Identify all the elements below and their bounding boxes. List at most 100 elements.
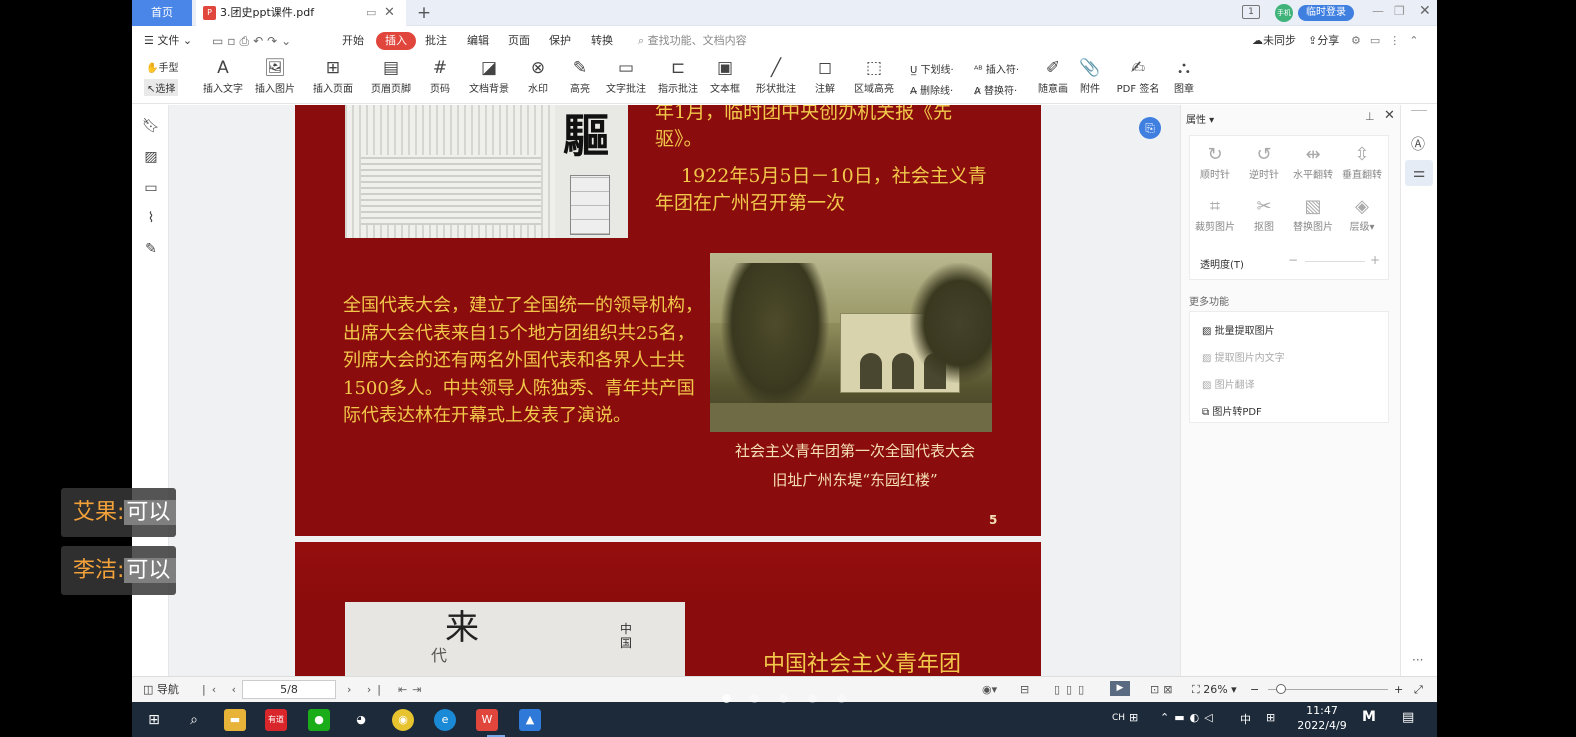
- new-tab-button[interactable]: +: [414, 0, 434, 26]
- tab-home[interactable]: 首页: [132, 0, 192, 26]
- attachment-tool[interactable]: 📎 附件: [1076, 56, 1104, 100]
- window-mode-icon[interactable]: ▭: [366, 0, 376, 26]
- floating-assistant-icon[interactable]: ⎘: [1139, 117, 1161, 139]
- edge-icon[interactable]: e: [434, 709, 456, 731]
- zoom-select[interactable]: ⛶ 26% ▾: [1192, 682, 1237, 698]
- calligraphy-image[interactable]: 来 代 中国: [345, 602, 685, 676]
- close-tab-icon[interactable]: ✕: [384, 0, 395, 26]
- batch-extract-images[interactable]: ▨ 批量提取图片: [1202, 322, 1275, 337]
- avatar[interactable]: 手机: [1275, 4, 1293, 22]
- insert-text-tool[interactable]: A 插入文字: [200, 56, 246, 100]
- clock-date[interactable]: 2022/4/9: [1294, 719, 1350, 732]
- comment-icon[interactable]: ▭: [142, 179, 160, 197]
- more-icon[interactable]: ···: [1412, 653, 1423, 667]
- zoom-in-button[interactable]: +: [1394, 682, 1403, 698]
- insert-page-tool[interactable]: ⊞ 插入页面: [308, 56, 358, 100]
- ime-mode-indicator[interactable]: 中: [1240, 711, 1251, 727]
- tab-document[interactable]: P 3.团史ppt课件.pdf ▭ ✕: [196, 0, 406, 26]
- clock-time[interactable]: 11:47: [1302, 704, 1342, 717]
- first-prev-page-buttons[interactable]: |‹ ‹: [202, 682, 242, 698]
- layer-button[interactable]: ◈ 层级▾: [1337, 196, 1387, 233]
- doc-background-tool[interactable]: ◪ 文档背景: [464, 56, 514, 100]
- minimize-icon[interactable]: —: [1372, 4, 1384, 18]
- opacity-increase[interactable]: +: [1370, 253, 1380, 267]
- rotate-counterclockwise-button[interactable]: ↺ 逆时针: [1239, 144, 1289, 181]
- replace-mark-tool[interactable]: A̷ 替换符·: [974, 82, 1017, 97]
- share-button[interactable]: ⇪分享: [1308, 32, 1339, 50]
- menu-insert[interactable]: 插入: [376, 32, 416, 50]
- flip-vertical-button[interactable]: ⇳ 垂直翻转: [1337, 144, 1387, 181]
- tencent-meeting-icon[interactable]: ▲: [519, 709, 541, 731]
- menu-start[interactable]: 开始: [342, 32, 364, 50]
- tab-count-badge[interactable]: 1: [1242, 5, 1260, 19]
- watermark-tool[interactable]: ⊗ 水印: [522, 56, 554, 100]
- pager-dot[interactable]: [722, 694, 731, 703]
- actual-size-fit-icons[interactable]: ⊡⊠: [1150, 682, 1176, 698]
- textbox-tool[interactable]: ▣ 文本框: [708, 56, 742, 100]
- windows-start-icon[interactable]: ⊞: [143, 709, 165, 731]
- quick-access-icons[interactable]: ▭▫⎙↶↷⌄: [212, 32, 295, 50]
- image-translate[interactable]: ▨ 图片翻译: [1202, 376, 1255, 391]
- thumbnail-icon[interactable]: ▨: [142, 148, 160, 166]
- ai-assistant-icon[interactable]: Ⓐ: [1411, 134, 1425, 154]
- hand-tool[interactable]: ✋手型: [146, 59, 178, 74]
- menu-edit[interactable]: 编辑: [467, 32, 489, 50]
- select-tool[interactable]: ↖选择: [144, 79, 179, 96]
- ime-grid-icon[interactable]: ⊞: [1266, 711, 1275, 724]
- close-window-icon[interactable]: ✕: [1419, 3, 1431, 19]
- menu-right-icons[interactable]: ⚙▭⋮⌃: [1351, 32, 1427, 50]
- panel-title[interactable]: 属性 ▾: [1186, 111, 1214, 126]
- pager-dot[interactable]: [750, 694, 759, 703]
- bookmark-icon[interactable]: 🔖︎: [142, 117, 160, 135]
- app-logo-icon[interactable]: M: [1362, 709, 1376, 725]
- attachment-icon[interactable]: ⌇: [142, 209, 160, 227]
- close-panel-icon[interactable]: ✕: [1384, 108, 1395, 123]
- collapse-handle[interactable]: [1411, 110, 1427, 111]
- signature-panel-icon[interactable]: ✎: [142, 240, 160, 258]
- crop-image-button[interactable]: ⌗ 裁剪图片: [1190, 196, 1240, 233]
- strikethrough-tool[interactable]: A̶ 删除线·: [910, 82, 953, 97]
- historic-building-photo[interactable]: [710, 253, 992, 432]
- fullscreen-icon[interactable]: ⤢: [1414, 682, 1423, 698]
- shape-annotation-tool[interactable]: ╱ 形状批注: [752, 56, 800, 100]
- keyboard-icon[interactable]: ⊞: [1129, 711, 1138, 724]
- image-to-pdf[interactable]: ⧉ 图片转PDF: [1202, 403, 1262, 418]
- pdf-sign-tool[interactable]: ✍ PDF 签名: [1112, 56, 1164, 100]
- app-yellow-icon[interactable]: ◉: [392, 709, 414, 731]
- youdao-icon[interactable]: 有道: [265, 709, 287, 731]
- cutout-button[interactable]: ✂ 抠图: [1239, 196, 1289, 233]
- note-tool[interactable]: ◻ 注解: [808, 56, 842, 100]
- opacity-decrease[interactable]: −: [1288, 253, 1298, 267]
- document-view[interactable]: 驅 年1月，临时团中央创办机关报《先驱》。 1922年5月5日－10日，社会主义…: [169, 105, 1182, 676]
- area-highlight-tool[interactable]: ⬚ 区域高亮: [850, 56, 898, 100]
- insert-mark-tool[interactable]: ᴬᴮ 插入符·: [974, 61, 1019, 76]
- replace-image-button[interactable]: ▧ 替换图片: [1288, 196, 1338, 233]
- search-taskbar-icon[interactable]: ⌕: [183, 709, 205, 731]
- single-double-page-icons[interactable]: ▯▯▯: [1054, 682, 1090, 698]
- freehand-tool[interactable]: ✐ 随意画: [1036, 56, 1070, 100]
- fit-page-icon[interactable]: ⊟: [1020, 682, 1029, 698]
- properties-toggle-icon[interactable]: ⚌: [1405, 160, 1433, 186]
- menu-convert[interactable]: 转换: [591, 32, 613, 50]
- history-back-forward-icons[interactable]: ⇤⇥: [398, 682, 426, 698]
- flip-horizontal-button[interactable]: ⇹ 水平翻转: [1288, 144, 1338, 181]
- zoom-out-button[interactable]: −: [1250, 682, 1259, 698]
- pin-icon[interactable]: ⊥: [1365, 110, 1375, 123]
- newspaper-image[interactable]: 驅: [345, 105, 628, 238]
- text-annotation-tool[interactable]: ▭ 文字批注: [604, 56, 648, 100]
- zoom-slider-thumb[interactable]: [1276, 684, 1286, 694]
- tray-icons[interactable]: ⌃▬◐◁: [1160, 711, 1218, 724]
- menu-protect[interactable]: 保护: [549, 32, 571, 50]
- menu-file[interactable]: ☰ 文件 ⌄: [144, 32, 192, 50]
- rotate-clockwise-button[interactable]: ↻ 顺时针: [1190, 144, 1240, 181]
- stamp-tool[interactable]: ⛬ 图章: [1170, 56, 1198, 100]
- insert-image-tool[interactable]: 🖼 插入图片: [252, 56, 298, 100]
- ime-lang-indicator[interactable]: CH: [1112, 713, 1125, 723]
- sync-status[interactable]: ☁未同步: [1252, 32, 1296, 50]
- menu-annotate[interactable]: 批注: [425, 32, 447, 50]
- zoom-slider[interactable]: [1268, 689, 1388, 690]
- pager-dot[interactable]: [779, 694, 788, 703]
- eye-protection-icon[interactable]: ◉▾: [982, 682, 997, 698]
- temp-login-button[interactable]: 临时登录: [1298, 5, 1354, 21]
- page-number-tool[interactable]: # 页码: [424, 56, 456, 100]
